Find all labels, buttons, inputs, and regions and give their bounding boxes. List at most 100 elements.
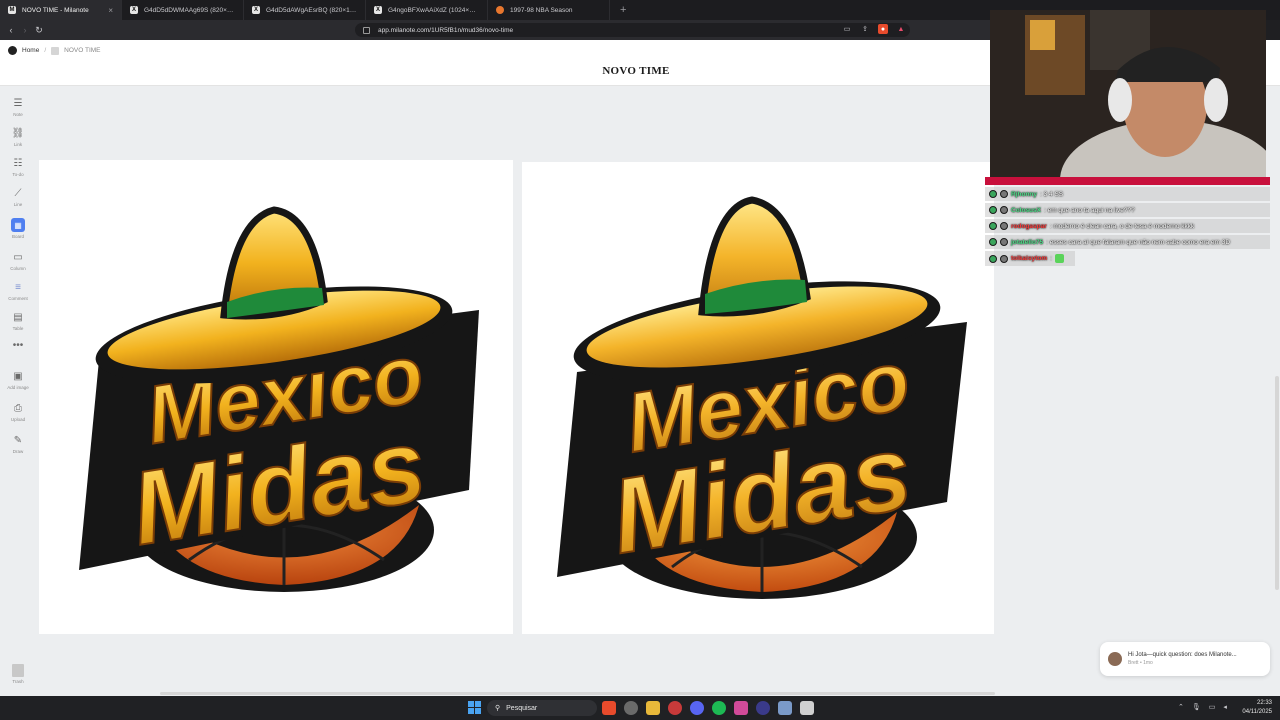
image-card-logo-1[interactable]: Mexico Midas [39, 160, 513, 634]
table-icon: ▤ [13, 311, 23, 323]
trash-button[interactable]: Trash [0, 664, 36, 684]
system-tray: ⌃ 🎙 ▭ ◂ [1178, 703, 1227, 711]
screen-icon[interactable]: ▭ [842, 24, 852, 34]
emote-icon [1054, 254, 1064, 263]
breadcrumb-separator: / [44, 47, 47, 54]
tool-column[interactable]: ▭ Column [0, 250, 36, 272]
brave-shield-icon[interactable]: ● [878, 24, 888, 34]
url-field[interactable]: app.milanote.com/1UR5fB1n/mud36/novo-tim… [355, 23, 910, 37]
subscriber-badge-icon [989, 206, 997, 214]
x-logo-icon: X [130, 6, 138, 14]
app-icon[interactable] [756, 701, 770, 715]
tool-note[interactable]: ☰ Note [0, 96, 36, 118]
tool-table[interactable]: ▤ Table [0, 310, 36, 332]
avatar [1108, 652, 1122, 666]
chat-message: ColosusX : em que ano ta aqui na live??? [985, 203, 1270, 217]
tool-sidebar: ☰ Note ⛓ Link ☷ To-do ⟋ Line ▦ Board ▭ C… [0, 86, 36, 696]
search-icon: ⚲ [495, 705, 501, 712]
site-info-icon[interactable] [363, 26, 370, 34]
user-badge-icon [1000, 222, 1008, 230]
x-logo-icon: X [252, 6, 260, 14]
tool-more[interactable]: ••• [0, 338, 36, 352]
horizontal-scrollbar[interactable] [160, 692, 995, 695]
tool-board[interactable]: ▦ Board [0, 218, 36, 239]
chat-message: rodogaspar : moderno é clean cara, o de … [985, 219, 1270, 233]
chat-support-toast[interactable]: Hi Jota—quick question: does Milanote...… [1100, 642, 1270, 676]
tool-draw[interactable]: ✎ Draw [0, 433, 36, 455]
app-icon[interactable] [734, 701, 748, 715]
windows-start-icon[interactable] [468, 701, 481, 714]
user-badge-icon [1000, 190, 1008, 198]
breadcrumb: Home / NOVO TIME [8, 46, 101, 55]
volume-icon[interactable]: ◂ [1223, 703, 1227, 711]
discord-icon[interactable] [690, 701, 704, 715]
tool-comment[interactable]: ≡ Comment [0, 280, 36, 302]
comment-icon: ≡ [15, 281, 21, 293]
subscriber-badge-icon [989, 222, 997, 230]
x-logo-icon: X [374, 6, 382, 14]
line-icon: ⟋ [14, 187, 22, 199]
app-icon[interactable] [800, 701, 814, 715]
board-icon: ▦ [11, 218, 25, 232]
column-icon: ▭ [13, 251, 23, 263]
tab-novo-time[interactable]: M NOVO TIME - Milanote × [0, 0, 122, 20]
tab-image-2[interactable]: X G4dD5dAWgAEsrBQ (820×1024) [244, 0, 366, 20]
tool-todo[interactable]: ☷ To-do [0, 156, 36, 178]
spotify-icon[interactable] [712, 701, 726, 715]
subscriber-badge-icon [989, 254, 997, 263]
breadcrumb-home[interactable]: Home [22, 47, 39, 54]
chat-message: jotatello75 : esses cara aí que falaram … [985, 235, 1270, 249]
upload-icon: ⎙ [14, 402, 22, 414]
board-icon [51, 46, 60, 55]
add-image-icon: ▣ [13, 370, 23, 382]
microphone-icon[interactable]: 🎙 [1192, 703, 1201, 711]
taskbar-search[interactable]: ⚲ Pesquisar [487, 700, 597, 716]
trash-icon [12, 664, 24, 677]
tool-line[interactable]: ⟋ Line [0, 186, 36, 208]
image-card-logo-2[interactable]: Mexico Midas [522, 162, 994, 634]
tab-nba-season[interactable]: 1997-98 NBA Season [488, 0, 610, 20]
tab-image-3[interactable]: X G4ngoBFXwAAiXdZ (1024×1024) [366, 0, 488, 20]
settings-icon[interactable] [778, 701, 792, 715]
subscriber-badge-icon [989, 238, 997, 246]
new-tab-button[interactable]: + [610, 4, 636, 16]
user-badge-icon [1000, 206, 1008, 214]
settings-app-icon[interactable] [624, 701, 638, 715]
chat-accent-bar [985, 177, 1270, 185]
brave-browser-icon[interactable] [602, 701, 616, 715]
mexico-midas-logo-image: Mexico Midas [79, 206, 479, 592]
network-icon[interactable]: ▭ [1209, 703, 1216, 711]
webcam-overlay [990, 10, 1266, 177]
reload-icon[interactable]: ↻ [32, 25, 46, 36]
close-tab-icon[interactable]: × [108, 6, 113, 15]
rewards-icon[interactable]: ▲ [896, 24, 906, 34]
share-icon[interactable]: ⇪ [860, 24, 870, 34]
back-icon[interactable]: ‹ [4, 25, 18, 35]
tab-image-1[interactable]: X G4dD5dDWMAAg69S (820×1024) [122, 0, 244, 20]
tool-upload[interactable]: ⎙ Upload [0, 401, 36, 423]
mexico-midas-logo-image: Mexico Midas [557, 196, 967, 599]
user-badge-icon [1000, 254, 1008, 263]
forward-icon[interactable]: › [18, 25, 32, 35]
todo-icon: ☷ [13, 157, 23, 169]
chat-message: tolkaisytom : [985, 251, 1075, 266]
tool-add-image[interactable]: ▣ Add image [0, 369, 36, 391]
chevron-up-icon[interactable]: ⌃ [1178, 703, 1184, 711]
basketball-icon [496, 6, 504, 14]
note-icon: ☰ [13, 97, 23, 109]
webcam-feed-image [990, 10, 1266, 177]
chat-message: Rjhonny : 3 4 SS [985, 187, 1270, 201]
draw-icon: ✎ [13, 434, 23, 446]
user-badge-icon [1000, 238, 1008, 246]
breadcrumb-current[interactable]: NOVO TIME [64, 47, 100, 54]
file-explorer-icon[interactable] [646, 701, 660, 715]
app-icon[interactable] [668, 701, 682, 715]
vertical-scrollbar[interactable] [1275, 376, 1279, 590]
address-bar: ‹ › ↻ app.milanote.com/1UR5fB1n/mud36/no… [0, 20, 990, 40]
subscriber-badge-icon [989, 190, 997, 198]
link-icon: ⛓ [11, 127, 25, 139]
milanote-logo-icon[interactable] [8, 46, 17, 55]
tool-link[interactable]: ⛓ Link [0, 126, 36, 148]
stream-chat: Rjhonny : 3 4 SS ColosusX : em que ano t… [985, 177, 1270, 266]
taskbar-clock[interactable]: 22:33 04/11/2025 [1242, 699, 1272, 717]
